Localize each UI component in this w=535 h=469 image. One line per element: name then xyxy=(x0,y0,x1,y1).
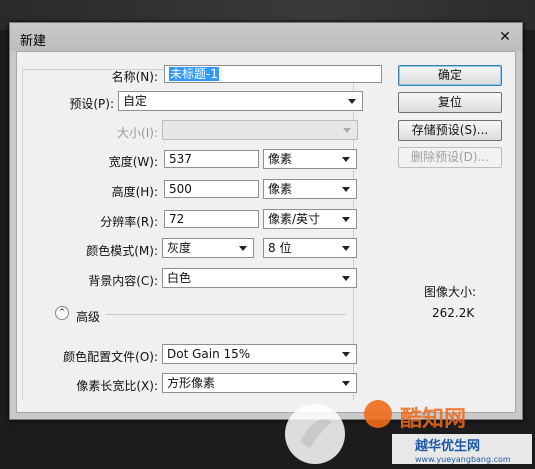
height-unit-select[interactable]: 像素 xyxy=(263,179,357,199)
chevron-down-icon xyxy=(342,246,350,251)
bit-depth-select[interactable]: 8 位 xyxy=(263,238,357,258)
resolution-input[interactable]: 72 xyxy=(164,210,259,228)
watermark-text-1: 酷知网 xyxy=(400,406,466,432)
width-unit-select[interactable]: 像素 xyxy=(263,149,357,169)
width-label: 宽度(W): xyxy=(108,155,158,169)
chevron-down-icon xyxy=(342,187,350,192)
color-mode-select[interactable]: 灰度 xyxy=(162,238,254,258)
background-label: 背景内容(C): xyxy=(88,274,158,288)
dialog-title: 新建 xyxy=(20,34,47,49)
color-profile-select[interactable]: Dot Gain 15% xyxy=(162,344,357,364)
pixel-aspect-select[interactable]: 方形像素 xyxy=(162,373,357,393)
save-preset-button[interactable]: 存储预设(S)... xyxy=(398,120,502,141)
preset-label: 预设(P): xyxy=(69,97,114,111)
reset-button[interactable]: 复位 xyxy=(398,92,502,113)
color-mode-value: 灰度 xyxy=(167,241,192,255)
image-size-value: 262.2K xyxy=(432,306,475,320)
name-input[interactable]: 未标题-1 xyxy=(164,65,382,83)
height-input[interactable]: 500 xyxy=(164,180,259,198)
size-label: 大小(I): xyxy=(117,126,158,140)
width-unit: 像素 xyxy=(268,152,293,166)
size-select[interactable] xyxy=(162,120,358,140)
chevron-down-icon xyxy=(348,99,356,104)
pixel-aspect-value: 方形像素 xyxy=(167,376,216,390)
image-size-label: 图像大小: xyxy=(424,285,477,299)
ok-button[interactable]: 确定 xyxy=(398,65,502,86)
name-label: 名称(N): xyxy=(111,70,158,84)
watermark-badge-icon xyxy=(364,400,392,428)
width-input[interactable]: 537 xyxy=(164,150,259,168)
chevron-down-icon xyxy=(342,352,350,357)
chevron-down-icon xyxy=(343,128,351,133)
preset-select[interactable]: 自定 xyxy=(118,91,363,111)
name-value: 未标题-1 xyxy=(169,67,219,81)
chevron-down-icon xyxy=(342,157,350,162)
collapse-icon[interactable]: ⌃ xyxy=(55,306,69,320)
bit-depth-value: 8 位 xyxy=(268,241,292,255)
pixel-aspect-label: 像素长宽比(X): xyxy=(76,379,158,393)
resolution-unit: 像素/英寸 xyxy=(268,212,321,226)
resolution-unit-select[interactable]: 像素/英寸 xyxy=(263,209,357,229)
watermark-url: www.yueyangbang.com xyxy=(415,455,511,464)
height-unit: 像素 xyxy=(268,182,293,196)
delete-preset-button[interactable]: 删除预设(D)... xyxy=(398,147,502,168)
preset-value: 自定 xyxy=(123,94,148,108)
watermark-text-2: 越华优生网 xyxy=(414,438,480,454)
background-value: 白色 xyxy=(167,271,192,285)
resolution-label: 分辨率(R): xyxy=(100,215,158,229)
height-label: 高度(H): xyxy=(111,185,158,199)
titlebar: 新建 ✕ xyxy=(10,23,522,51)
chevron-down-icon xyxy=(342,381,350,386)
advanced-label[interactable]: 高级 xyxy=(76,308,100,325)
watermark-logo: 酷知网 越华优生网 www.yueyangbang.com xyxy=(285,400,532,464)
color-mode-label: 颜色模式(M): xyxy=(86,244,158,258)
color-profile-value: Dot Gain 15% xyxy=(167,347,251,361)
chevron-down-icon xyxy=(342,276,350,281)
background-select[interactable]: 白色 xyxy=(162,268,357,288)
close-icon[interactable]: ✕ xyxy=(498,30,512,44)
chevron-down-icon xyxy=(239,246,247,251)
color-profile-label: 颜色配置文件(O): xyxy=(63,350,158,364)
chevron-down-icon xyxy=(342,217,350,222)
advanced-divider xyxy=(106,314,346,315)
